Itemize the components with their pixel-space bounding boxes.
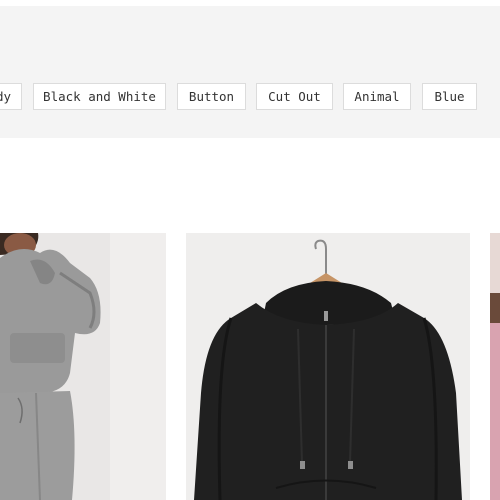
tag-chip-cut-out[interactable]: Cut Out: [256, 83, 333, 110]
tag-filter-bar: dy Black and White Button Cut Out Animal…: [0, 6, 500, 138]
tag-chip-animal[interactable]: Animal: [343, 83, 411, 110]
product-card-grey-tracksuit[interactable]: [0, 233, 166, 500]
tag-chip-button[interactable]: Button: [177, 83, 246, 110]
product-card-black-zip-hoodie[interactable]: [186, 233, 470, 500]
tag-chip-blue[interactable]: Blue: [422, 83, 477, 110]
product-card-pink-partial[interactable]: [490, 233, 500, 500]
tag-chip-partial[interactable]: dy: [0, 83, 22, 110]
product-image-black-zip-hoodie: [186, 233, 470, 500]
tag-chip-black-and-white[interactable]: Black and White: [33, 83, 166, 110]
product-image-pink-partial: [490, 233, 500, 500]
product-image-grey-tracksuit: [0, 233, 166, 500]
